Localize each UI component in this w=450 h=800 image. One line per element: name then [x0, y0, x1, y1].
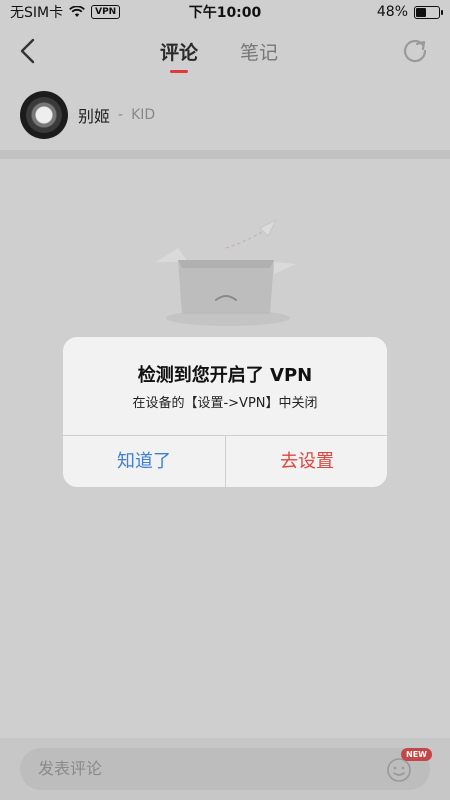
- back-chevron-icon[interactable]: [14, 36, 44, 66]
- status-bar: 无SIM卡 VPN 下午10:00 48%: [0, 0, 450, 24]
- song-title: 别姬: [78, 107, 111, 126]
- bottom-comment-bar: 发表评论 NEW: [0, 738, 450, 800]
- avatar[interactable]: [20, 91, 68, 139]
- artist-separator: -: [118, 107, 124, 123]
- tab-notes[interactable]: 笔记: [240, 38, 278, 65]
- new-badge: NEW: [401, 748, 432, 761]
- battery-fill: [416, 7, 426, 17]
- comment-input[interactable]: 发表评论: [20, 748, 430, 790]
- status-right: 48%: [376, 4, 443, 20]
- tab-comments[interactable]: 评论: [160, 38, 199, 73]
- refresh-icon[interactable]: [400, 36, 430, 66]
- artist-name: KID: [131, 107, 156, 123]
- section-divider: [0, 150, 450, 159]
- vpn-alert-dialog: 检测到您开启了 VPN 在设备的【设置->VPN】中关闭 知道了 去设置: [63, 337, 387, 487]
- battery-icon: [414, 5, 443, 19]
- tab-comments-label: 评论: [160, 42, 199, 64]
- album-disc-icon: [26, 97, 62, 133]
- empty-box-illustration: [156, 218, 296, 326]
- vpn-status-badge: VPN: [91, 5, 121, 19]
- status-left: 无SIM卡 VPN: [10, 2, 121, 22]
- tab-notes-label: 笔记: [240, 42, 279, 64]
- carrier-label: 无SIM卡: [10, 5, 64, 21]
- song-author-row[interactable]: 别姬 - KID: [0, 82, 450, 148]
- go-to-settings-button[interactable]: 去设置: [226, 436, 387, 487]
- tab-bar: 评论 笔记: [160, 38, 278, 73]
- active-tab-indicator: [170, 70, 188, 73]
- nav-bar: 评论 笔记: [0, 24, 450, 80]
- wifi-icon: [69, 6, 85, 17]
- got-it-button[interactable]: 知道了: [63, 436, 225, 487]
- dialog-message: 在设备的【设置->VPN】中关闭: [132, 396, 318, 411]
- dialog-title: 检测到您开启了 VPN: [137, 365, 313, 386]
- battery-percent: 48%: [376, 4, 408, 20]
